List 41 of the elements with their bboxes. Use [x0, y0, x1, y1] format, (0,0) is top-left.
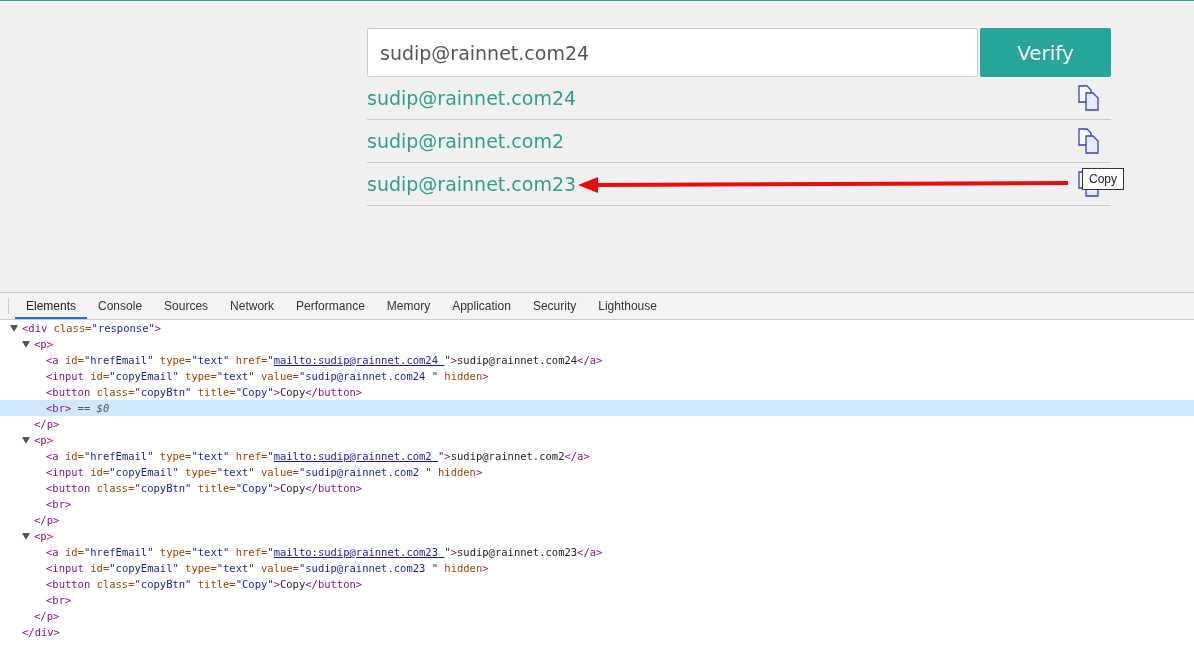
code-link[interactable]: mailto:sudip@rainnet.com2: [273, 450, 438, 462]
expand-triangle-icon[interactable]: [22, 532, 30, 540]
code-link[interactable]: mailto:sudip@rainnet.com24: [273, 354, 445, 366]
code-line[interactable]: <button class="copyBtn" title="Copy">Copy</button>: [46, 578, 363, 590]
code-line[interactable]: <p>: [34, 530, 53, 542]
code-line[interactable]: <br>: [46, 594, 72, 606]
code-line[interactable]: </p>: [34, 418, 60, 430]
code-line[interactable]: </p>: [34, 514, 60, 526]
code-line[interactable]: <a id="hrefEmail" type="text" href="mailto:sudip@rainnet.com2 ">sudip@rainnet.com2</a>: [46, 450, 590, 462]
copy-icon[interactable]: [1078, 128, 1100, 154]
devtools-tab[interactable]: Network: [219, 293, 286, 319]
selected-line-highlight[interactable]: <br> == $0: [0, 400, 1194, 416]
code-line[interactable]: </div>: [22, 626, 60, 638]
devtools-tab[interactable]: Memory: [375, 293, 442, 319]
tooltip: Copy: [1082, 168, 1124, 190]
code-line[interactable]: <p>: [34, 434, 53, 446]
code-line[interactable]: <input id="copyEmail" type="text" value="sudip@rainnet.com23 " hidden>: [46, 562, 489, 574]
email-input[interactable]: sudip@rainnet.com24: [367, 28, 978, 77]
code-line[interactable]: <div class="response">: [22, 322, 162, 334]
expand-triangle-icon[interactable]: [10, 324, 18, 332]
devtools-tab[interactable]: Security: [521, 293, 588, 319]
devtools-tab[interactable]: Elements: [15, 293, 88, 319]
code-line[interactable]: <br>: [46, 498, 72, 510]
code-line[interactable]: <a id="hrefEmail" type="text" href="mailto:sudip@rainnet.com24 ">sudip@rainnet.com24</a>: [46, 354, 603, 366]
devtools-tab[interactable]: Sources: [153, 293, 220, 319]
devtools-tab[interactable]: Performance: [285, 293, 376, 319]
code-line[interactable]: <input id="copyEmail" type="text" value="sudip@rainnet.com24 " hidden>: [46, 370, 489, 382]
code-line[interactable]: <br> == $0: [46, 402, 110, 414]
code-line[interactable]: <a id="hrefEmail" type="text" href="mailto:sudip@rainnet.com23 ">sudip@rainnet.com23</a>: [46, 546, 603, 558]
expand-triangle-icon[interactable]: [22, 340, 30, 348]
devtools-tab[interactable]: Console: [87, 293, 154, 319]
code-line[interactable]: <button class="copyBtn" title="Copy">Copy</button>: [46, 386, 363, 398]
expand-triangle-icon[interactable]: [22, 436, 30, 444]
code-link[interactable]: mailto:sudip@rainnet.com23: [273, 546, 445, 558]
code-line[interactable]: <button class="copyBtn" title="Copy">Copy</button>: [46, 482, 363, 494]
devtools-tab[interactable]: Application: [441, 293, 522, 319]
devtools-tab[interactable]: Lighthouse: [587, 293, 668, 319]
code-line[interactable]: <p>: [34, 338, 53, 350]
copy-icon[interactable]: [1078, 85, 1100, 111]
code-line[interactable]: </p>: [34, 610, 60, 622]
code-line[interactable]: <input id="copyEmail" type="text" value="sudip@rainnet.com2 " hidden>: [46, 466, 483, 478]
